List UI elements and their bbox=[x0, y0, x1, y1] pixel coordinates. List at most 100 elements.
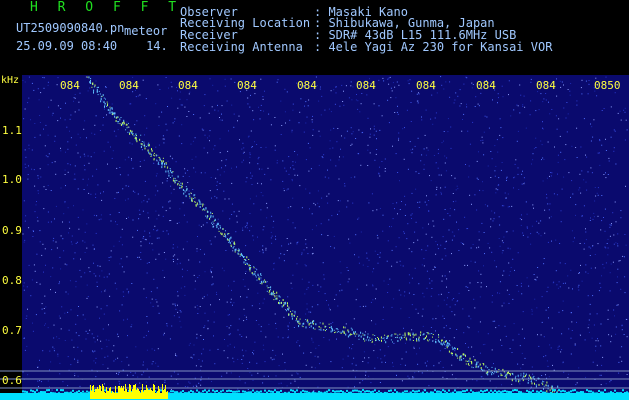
noise-pixel bbox=[181, 268, 183, 270]
baseline-pixel bbox=[512, 389, 514, 392]
trail-pixel bbox=[116, 116, 118, 119]
noise-pixel bbox=[357, 153, 359, 155]
noise-pixel bbox=[280, 134, 282, 135]
baseline-pixel bbox=[356, 389, 358, 392]
noise-pixel bbox=[560, 86, 562, 88]
noise-pixel bbox=[382, 214, 384, 216]
noise-pixel bbox=[508, 302, 510, 304]
noise-pixel bbox=[102, 364, 104, 366]
trail-pixel bbox=[493, 373, 495, 375]
noise-pixel bbox=[499, 134, 501, 136]
noise-pixel bbox=[583, 205, 585, 207]
baseline-pixel bbox=[366, 390, 368, 393]
noise-pixel bbox=[444, 248, 446, 250]
noise-pixel bbox=[270, 124, 272, 126]
noise-pixel bbox=[620, 288, 622, 290]
noise-pixel bbox=[562, 282, 564, 284]
noise-pixel bbox=[45, 124, 47, 126]
noise-pixel bbox=[543, 263, 545, 265]
baseline-pixel bbox=[240, 393, 242, 395]
noise-pixel bbox=[490, 151, 492, 152]
noise-pixel bbox=[358, 256, 360, 258]
noise-pixel bbox=[318, 164, 320, 166]
baseline-pixel bbox=[488, 391, 490, 394]
noise-pixel bbox=[177, 258, 179, 260]
noise-pixel bbox=[556, 284, 558, 286]
trail-pixel bbox=[528, 379, 530, 381]
baseline-pixel bbox=[572, 389, 574, 392]
baseline-pixel bbox=[382, 392, 384, 395]
trail-pixel bbox=[238, 249, 240, 252]
noise-pixel bbox=[73, 258, 75, 260]
noise-pixel bbox=[605, 76, 607, 78]
noise-pixel bbox=[45, 189, 47, 190]
burst-column bbox=[123, 386, 124, 399]
noise-pixel bbox=[169, 155, 171, 157]
noise-pixel bbox=[544, 232, 546, 234]
noise-pixel bbox=[568, 373, 570, 375]
noise-pixel bbox=[486, 116, 488, 118]
noise-pixel bbox=[55, 205, 57, 207]
noise-pixel bbox=[260, 110, 262, 111]
noise-pixel bbox=[95, 232, 97, 234]
noise-pixel bbox=[404, 364, 406, 366]
noise-pixel bbox=[75, 280, 77, 282]
burst-column bbox=[135, 384, 136, 399]
noise-pixel bbox=[156, 287, 158, 289]
trail-pixel bbox=[315, 323, 317, 326]
noise-pixel bbox=[166, 180, 168, 182]
noise-pixel bbox=[521, 293, 523, 295]
trail-pixel bbox=[169, 168, 171, 169]
noise-pixel bbox=[493, 363, 494, 365]
baseline-pixel bbox=[376, 392, 378, 394]
noise-pixel bbox=[90, 193, 92, 195]
noise-pixel bbox=[225, 165, 227, 167]
noise-pixel bbox=[593, 324, 595, 326]
noise-pixel bbox=[317, 190, 319, 192]
noise-pixel bbox=[592, 361, 594, 363]
noise-pixel bbox=[529, 114, 531, 116]
noise-pixel bbox=[25, 215, 27, 217]
trail-pixel bbox=[219, 225, 221, 227]
noise-pixel bbox=[231, 240, 233, 242]
noise-pixel bbox=[589, 313, 591, 315]
noise-pixel bbox=[262, 195, 264, 197]
noise-pixel bbox=[166, 325, 168, 327]
noise-pixel bbox=[418, 207, 420, 208]
noise-pixel bbox=[443, 131, 445, 132]
trail-pixel bbox=[176, 180, 178, 182]
noise-pixel bbox=[545, 93, 547, 94]
noise-pixel bbox=[173, 261, 174, 263]
noise-pixel bbox=[276, 81, 278, 83]
baseline-pixel bbox=[212, 389, 214, 392]
noise-pixel bbox=[340, 272, 342, 274]
noise-pixel bbox=[95, 115, 97, 117]
noise-pixel bbox=[37, 367, 39, 368]
noise-pixel bbox=[102, 328, 104, 330]
trail-pixel bbox=[260, 275, 262, 276]
baseline-pixel bbox=[294, 390, 296, 393]
noise-pixel bbox=[380, 358, 382, 360]
noise-pixel bbox=[530, 386, 532, 388]
noise-pixel bbox=[570, 353, 572, 355]
baseline-pixel bbox=[348, 391, 350, 394]
baseline-pixel bbox=[402, 391, 404, 394]
baseline-pixel bbox=[26, 391, 28, 394]
noise-pixel bbox=[501, 345, 503, 346]
noise-pixel bbox=[53, 237, 55, 239]
baseline-pixel bbox=[566, 391, 568, 394]
noise-pixel bbox=[82, 314, 84, 316]
noise-pixel bbox=[408, 248, 410, 250]
noise-pixel bbox=[323, 274, 325, 276]
trail-pixel bbox=[132, 134, 134, 136]
noise-pixel bbox=[394, 86, 396, 88]
noise-pixel bbox=[47, 81, 49, 83]
noise-pixel bbox=[601, 110, 603, 111]
noise-pixel bbox=[353, 357, 355, 359]
noise-pixel bbox=[251, 175, 253, 177]
noise-pixel bbox=[243, 151, 245, 153]
noise-pixel bbox=[103, 117, 104, 118]
noise-pixel bbox=[118, 191, 119, 193]
noise-pixel bbox=[374, 159, 376, 161]
noise-pixel bbox=[67, 311, 69, 313]
